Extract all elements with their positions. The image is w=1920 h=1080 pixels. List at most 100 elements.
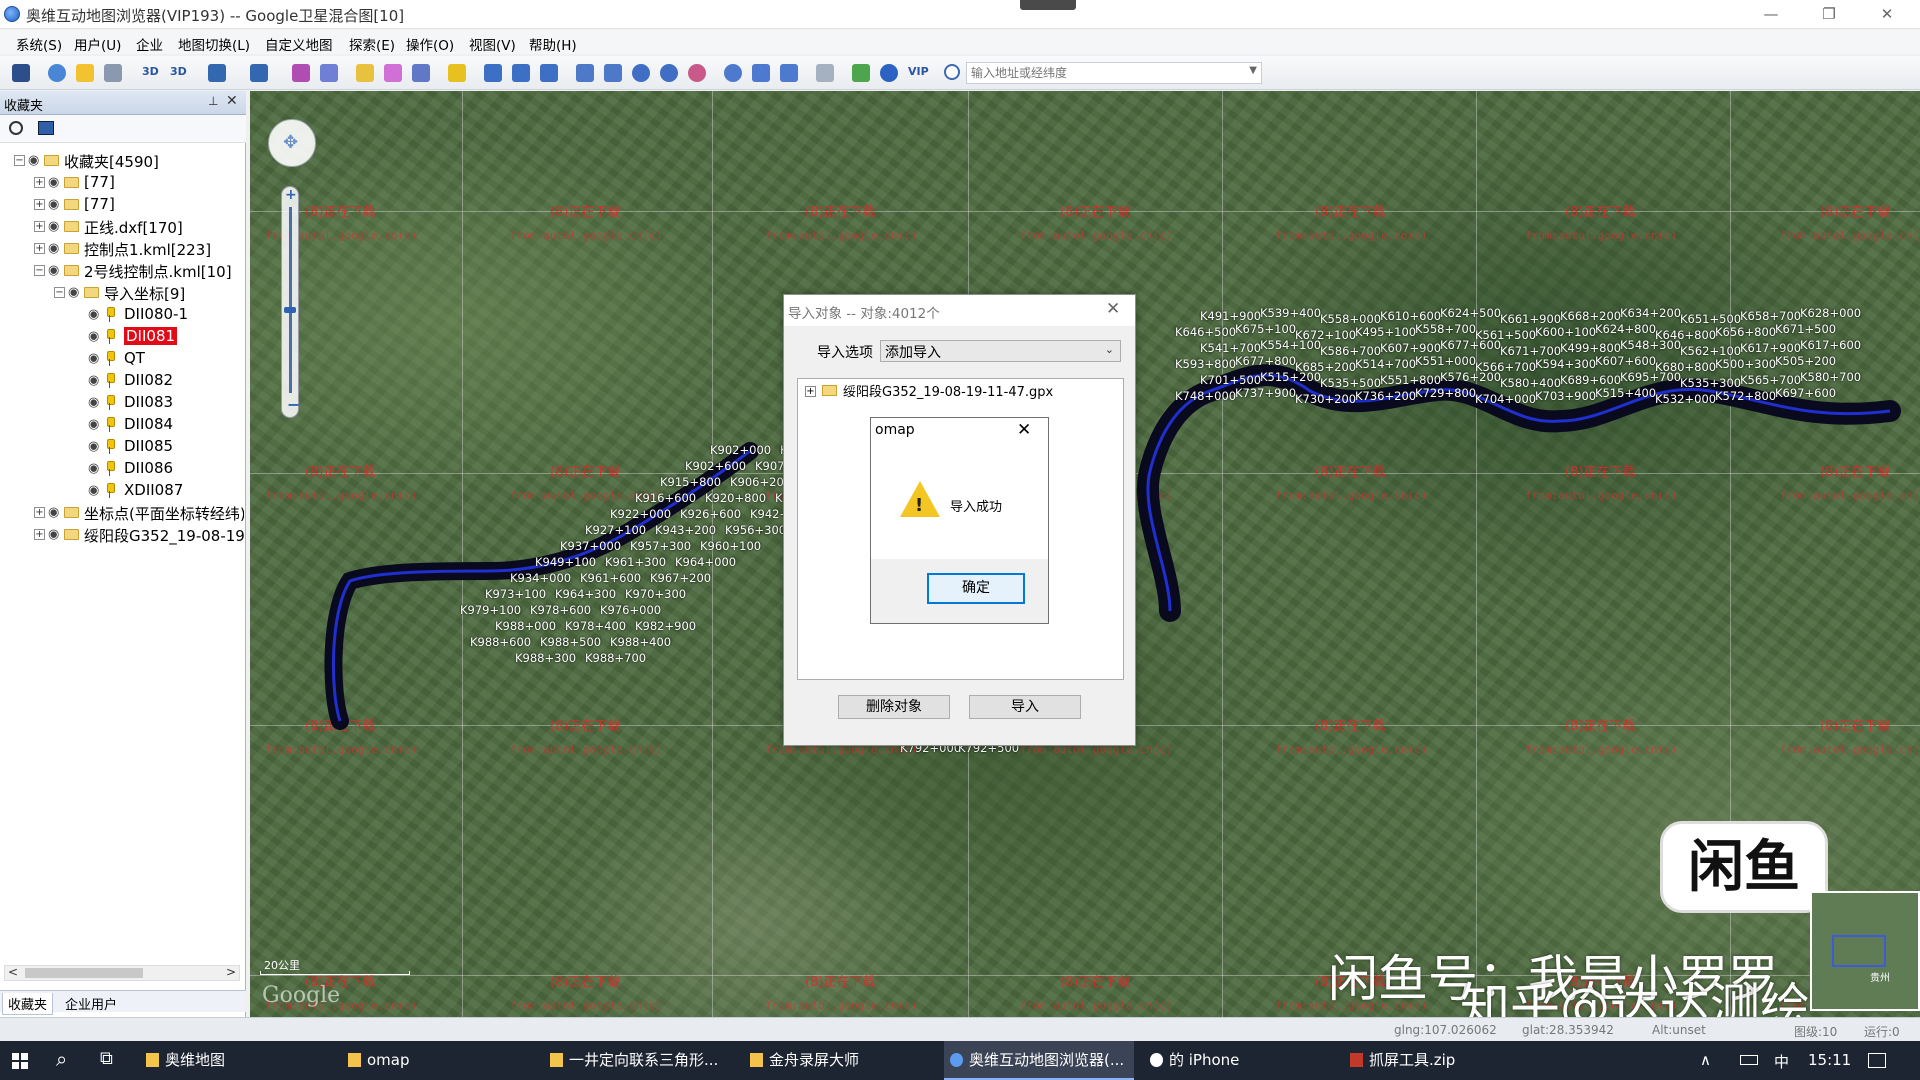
chevron-down-icon[interactable]: ▼ [1249,65,1257,76]
message-close-icon[interactable]: ✕ [1017,420,1031,440]
tree-point-item[interactable]: ◉ DII085 [0,437,244,457]
tree-point-item[interactable]: ◉ DII082 [0,371,244,391]
undo-icon[interactable] [208,64,226,82]
scroll-right-icon[interactable]: > [226,965,236,979]
menu-map-switch[interactable]: 地图切换(L) [178,34,250,54]
vip-button[interactable]: VIP [908,65,929,78]
tree-folder-item[interactable]: − ◉ 2号线控制点.kml[10] [0,261,244,281]
expand-icon[interactable]: + [34,177,45,188]
chevron-down-icon[interactable]: ⌄ [1105,343,1114,356]
visibility-icon[interactable]: ◉ [48,527,59,542]
star-icon[interactable] [76,64,94,82]
address-search-box[interactable]: ▼ [966,62,1262,84]
ruler-icon[interactable] [384,64,402,82]
visibility-icon[interactable]: ◉ [88,461,99,476]
expand-icon[interactable]: + [34,199,45,210]
minimize-button[interactable]: — [1748,0,1794,29]
expand-icon[interactable]: + [34,221,45,232]
marker-star-icon[interactable] [448,64,466,82]
visibility-icon[interactable]: ◉ [88,483,99,498]
menu-explore[interactable]: 探索(E) [349,34,395,54]
collapse-icon[interactable]: − [14,155,25,166]
import-button[interactable]: 导入 [969,695,1081,719]
clock[interactable]: 15:11 [1808,1051,1851,1069]
address-search-input[interactable] [971,65,1233,81]
layers-icon[interactable] [38,121,54,135]
collapse-icon[interactable]: − [54,287,65,298]
menu-view[interactable]: 视图(V) [469,34,516,54]
select-icon[interactable] [320,64,338,82]
3d-view-button[interactable]: 3D [170,65,187,78]
task-ovital-browser[interactable]: 奥维互动地图浏览器(... [944,1041,1134,1080]
visibility-icon[interactable]: ◉ [88,417,99,432]
polyline-icon[interactable] [484,64,502,82]
scroll-left-icon[interactable]: < [8,965,18,979]
visibility-icon[interactable]: ◉ [88,395,99,410]
tab-favorites[interactable]: 收藏夹 [2,993,54,1015]
visibility-icon[interactable]: ◉ [28,153,39,168]
tree-folder-item[interactable]: + ◉ 坐标点(平面坐标转经纬) [0,503,244,523]
tree-folder-item[interactable]: − ◉ 收藏夹[4590] [0,151,244,171]
chart-icon[interactable] [816,64,834,82]
visibility-icon[interactable]: ◉ [88,439,99,454]
task-omap[interactable]: omap [348,1041,528,1080]
visibility-icon[interactable]: ◉ [48,505,59,520]
zoom-track[interactable] [289,207,292,393]
track-icon[interactable] [604,64,622,82]
layer-icon[interactable] [752,64,770,82]
image-icon[interactable] [412,64,430,82]
edit-icon[interactable] [780,64,798,82]
refresh-icon[interactable] [660,64,678,82]
import-option-select[interactable]: 添加导入 ⌄ [880,340,1121,362]
info-icon[interactable] [880,64,898,82]
tree-point-item[interactable]: ◉ DII084 [0,415,244,435]
collapse-icon[interactable]: − [34,265,45,276]
tree-folder-item[interactable]: + ◉ [77] [0,173,244,193]
task-iphone[interactable]: 的 iPhone [1150,1041,1330,1080]
search-icon[interactable]: ⌕ [56,1047,67,1071]
search-icon[interactable] [9,121,23,135]
tree-point-item[interactable]: ◉ DII080-1 [0,305,244,325]
windows-start-icon[interactable] [12,1053,28,1069]
menu-custom-map[interactable]: 自定义地图 [265,34,333,54]
tree-folder-item[interactable]: + ◉ 绥阳段G352_19-08-19 [0,525,244,545]
horizontal-scrollbar[interactable]: < > [4,965,240,981]
building-icon[interactable] [104,64,122,82]
expand-icon[interactable]: + [34,507,45,518]
menu-system[interactable]: 系统(S) [16,34,62,54]
tree-point-item[interactable]: ◉ DII086 [0,459,244,479]
visibility-icon[interactable]: ◉ [88,307,99,322]
notification-icon[interactable] [1868,1053,1886,1068]
delete-icon[interactable] [292,64,310,82]
pan-control[interactable]: ✥ [268,119,316,167]
curve-icon[interactable] [540,64,558,82]
expand-icon[interactable]: + [805,386,816,397]
menu-user[interactable]: 用户(U) [74,34,121,54]
tree-point-item[interactable]: ◉ QT [0,349,244,369]
task-screen-recorder[interactable]: 金舟录屏大师 [750,1041,930,1080]
visibility-icon[interactable]: ◉ [88,373,99,388]
dialog-close-icon[interactable]: ✕ [1106,299,1120,319]
tray-up-icon[interactable]: ∧ [1700,1051,1711,1069]
overview-minimap[interactable]: 贵州 [1810,891,1920,1011]
zoom-out-icon[interactable]: − [287,395,300,414]
tree-point-item[interactable]: ◉ DII081 [0,327,244,347]
tree-point-item[interactable]: ◉ DII083 [0,393,244,413]
pin-icon[interactable]: ⊥ [208,94,218,108]
angle-icon[interactable] [512,64,530,82]
task-capture-zip[interactable]: 抓屏工具.zip [1350,1041,1530,1080]
visibility-icon[interactable]: ◉ [48,241,59,256]
visibility-icon[interactable]: ◉ [48,197,59,212]
task-document[interactable]: 一井定向联系三角形... [550,1041,730,1080]
task-ovital-map[interactable]: 奥维地图 [146,1041,326,1080]
menu-enterprise[interactable]: 企业 [136,34,163,54]
tree-folder-item[interactable]: + ◉ 控制点1.kml[223] [0,239,244,259]
visibility-icon[interactable]: ◉ [48,263,59,278]
tree-folder-item[interactable]: − ◉ 导入坐标[9] [0,283,244,303]
scroll-thumb[interactable] [25,968,143,978]
minimap-viewport[interactable] [1832,935,1886,967]
search-icon[interactable] [944,64,960,80]
ime-indicator[interactable]: 中 [1774,1051,1789,1072]
visibility-icon[interactable]: ◉ [68,285,79,300]
globe-icon[interactable] [724,64,742,82]
